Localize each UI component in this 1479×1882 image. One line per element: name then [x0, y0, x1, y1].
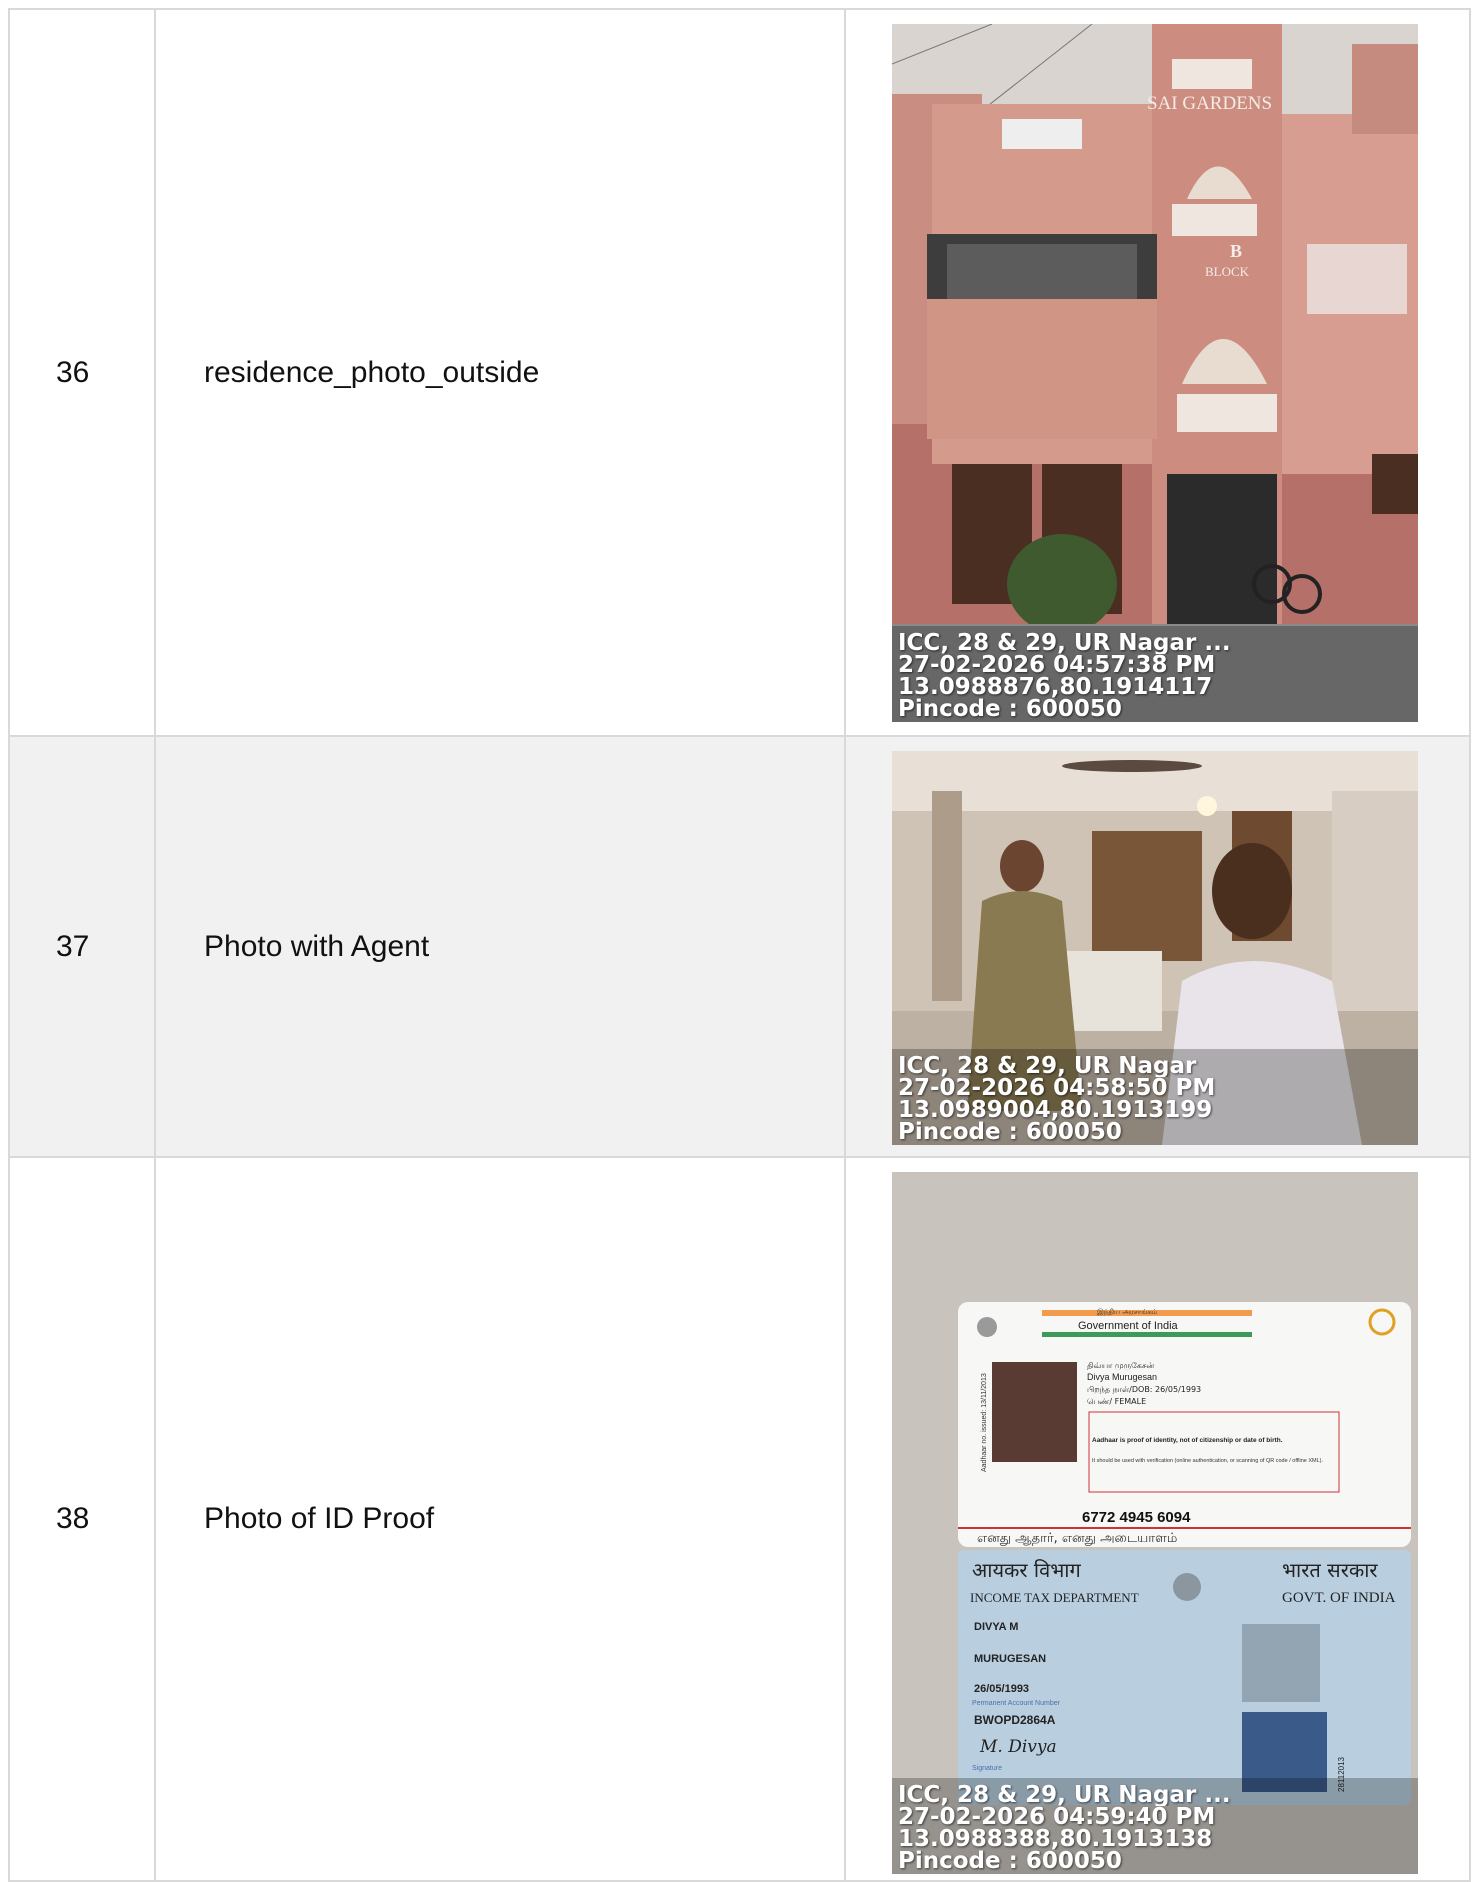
pan-number-label: Permanent Account Number	[972, 1700, 1061, 1707]
sign-block-letter: B	[1230, 241, 1242, 261]
table-row: 38 Photo of ID Proof இந்திய அரசாங்கம் Go…	[8, 1156, 1471, 1882]
id-cards-illustration: இந்திய அரசாங்கம் Government of India Aad…	[892, 1172, 1418, 1874]
stamp-coordinates: 13.0988876,80.1914117	[898, 676, 1213, 698]
id-proof-photo[interactable]: இந்திய அரசாங்கம் Government of India Aad…	[892, 1172, 1418, 1874]
aadhaar-notice: It should be used with verification (onl…	[1092, 1458, 1324, 1464]
photo-stamp: ICC, 28 & 29, UR Nagar ... 27-02-2026 04…	[892, 1778, 1418, 1874]
pan-govt: GOVT. OF INDIA	[1282, 1590, 1396, 1606]
documents-table: 36 residence_photo_outside SAI GARDENS B…	[8, 8, 1471, 1882]
pan-dob: 26/05/1993	[974, 1683, 1029, 1695]
photo-cell: SAI GARDENS B BLOCK ICC, 28 & 29, UR Nag…	[844, 8, 1471, 737]
aadhaar-gender: பெண்/ FEMALE	[1087, 1397, 1146, 1406]
pan-number: BWOPD2864A	[974, 1713, 1056, 1727]
stamp-coordinates: 13.0989004,80.1913199	[898, 1099, 1213, 1121]
aadhaar-name-tamil: திவ்யா முருகேசன்	[1087, 1361, 1154, 1371]
table-row: 36 residence_photo_outside SAI GARDENS B…	[8, 8, 1471, 737]
aadhaar-photo	[992, 1362, 1077, 1462]
row-number: 37	[8, 735, 156, 1158]
stamp-datetime: 27-02-2026 04:59:40 PM	[898, 1806, 1216, 1828]
pan-name: DIVYA M	[974, 1621, 1018, 1633]
pan-dept: INCOME TAX DEPARTMENT	[970, 1590, 1139, 1605]
photo-stamp: ICC, 28 & 29, UR Nagar 27-02-2026 04:58:…	[892, 1049, 1418, 1145]
document-label: residence_photo_outside	[154, 8, 846, 737]
sign-sai-gardens: SAI GARDENS	[1147, 93, 1272, 114]
aadhaar-footer-tamil: எனது ஆதார், எனது அடையாளம்	[977, 1531, 1177, 1546]
document-label: Photo with Agent	[154, 735, 846, 1158]
pan-father: MURUGESAN	[974, 1653, 1046, 1665]
residence-photo[interactable]: SAI GARDENS B BLOCK ICC, 28 & 29, UR Nag…	[892, 24, 1418, 722]
stamp-pincode: Pincode : 600050	[898, 1121, 1122, 1143]
pan-dept-hindi: आयकर विभाग	[972, 1558, 1081, 1582]
pan-signature-label: Signature	[972, 1765, 1002, 1772]
row-number: 38	[8, 1156, 156, 1882]
aadhaar-issued-side: Aadhaar no. issued: 13/11/2013	[981, 1373, 988, 1472]
stamp-address: ICC, 28 & 29, UR Nagar ...	[898, 1784, 1231, 1806]
agent-photo[interactable]: ICC, 28 & 29, UR Nagar 27-02-2026 04:58:…	[892, 751, 1418, 1145]
emblem-icon	[977, 1317, 997, 1337]
pan-signature: M. Divya	[979, 1737, 1057, 1757]
aadhaar-header: Government of India	[1078, 1320, 1179, 1332]
stamp-datetime: 27-02-2026 04:57:38 PM	[898, 654, 1216, 676]
photo-cell: ICC, 28 & 29, UR Nagar 27-02-2026 04:58:…	[844, 735, 1471, 1158]
pan-card: आयकर विभाग भारत सरकार INCOME TAX DEPARTM…	[958, 1550, 1411, 1805]
pan-govt-hindi: भारत सरकार	[1282, 1558, 1378, 1582]
stamp-coordinates: 13.0988388,80.1913138	[898, 1828, 1213, 1850]
stamp-datetime: 27-02-2026 04:58:50 PM	[898, 1077, 1216, 1099]
stamp-pincode: Pincode : 600050	[898, 698, 1122, 720]
aadhaar-name: Divya Murugesan	[1087, 1372, 1157, 1382]
photo-stamp: ICC, 28 & 29, UR Nagar ... 27-02-2026 04…	[892, 626, 1418, 722]
stamp-address: ICC, 28 & 29, UR Nagar	[898, 1055, 1197, 1077]
document-label: Photo of ID Proof	[154, 1156, 846, 1882]
aadhaar-number: 6772 4945 6094	[1082, 1509, 1191, 1526]
row-number: 36	[8, 8, 156, 737]
photo-cell: இந்திய அரசாங்கம் Government of India Aad…	[844, 1156, 1471, 1882]
table-row: 37 Photo with Agent ICC, 28 & 29, UR Nag…	[8, 735, 1471, 1158]
aadhaar-card: இந்திய அரசாங்கம் Government of India Aad…	[958, 1302, 1411, 1547]
sign-block: BLOCK	[1205, 264, 1250, 279]
building-illustration: SAI GARDENS B BLOCK	[892, 24, 1418, 722]
pan-emblem-icon	[1173, 1573, 1201, 1601]
aadhaar-notice-bold: Aadhaar is proof of identity, not of cit…	[1092, 1437, 1283, 1444]
stamp-pincode: Pincode : 600050	[898, 1850, 1122, 1872]
stamp-address: ICC, 28 & 29, UR Nagar ...	[898, 632, 1231, 654]
pan-hologram	[1242, 1624, 1320, 1702]
aadhaar-dob: பிறந்த நாள்/DOB: 26/05/1993	[1087, 1385, 1201, 1394]
aadhaar-header-tamil: இந்திய அரசாங்கம்	[1097, 1308, 1158, 1316]
